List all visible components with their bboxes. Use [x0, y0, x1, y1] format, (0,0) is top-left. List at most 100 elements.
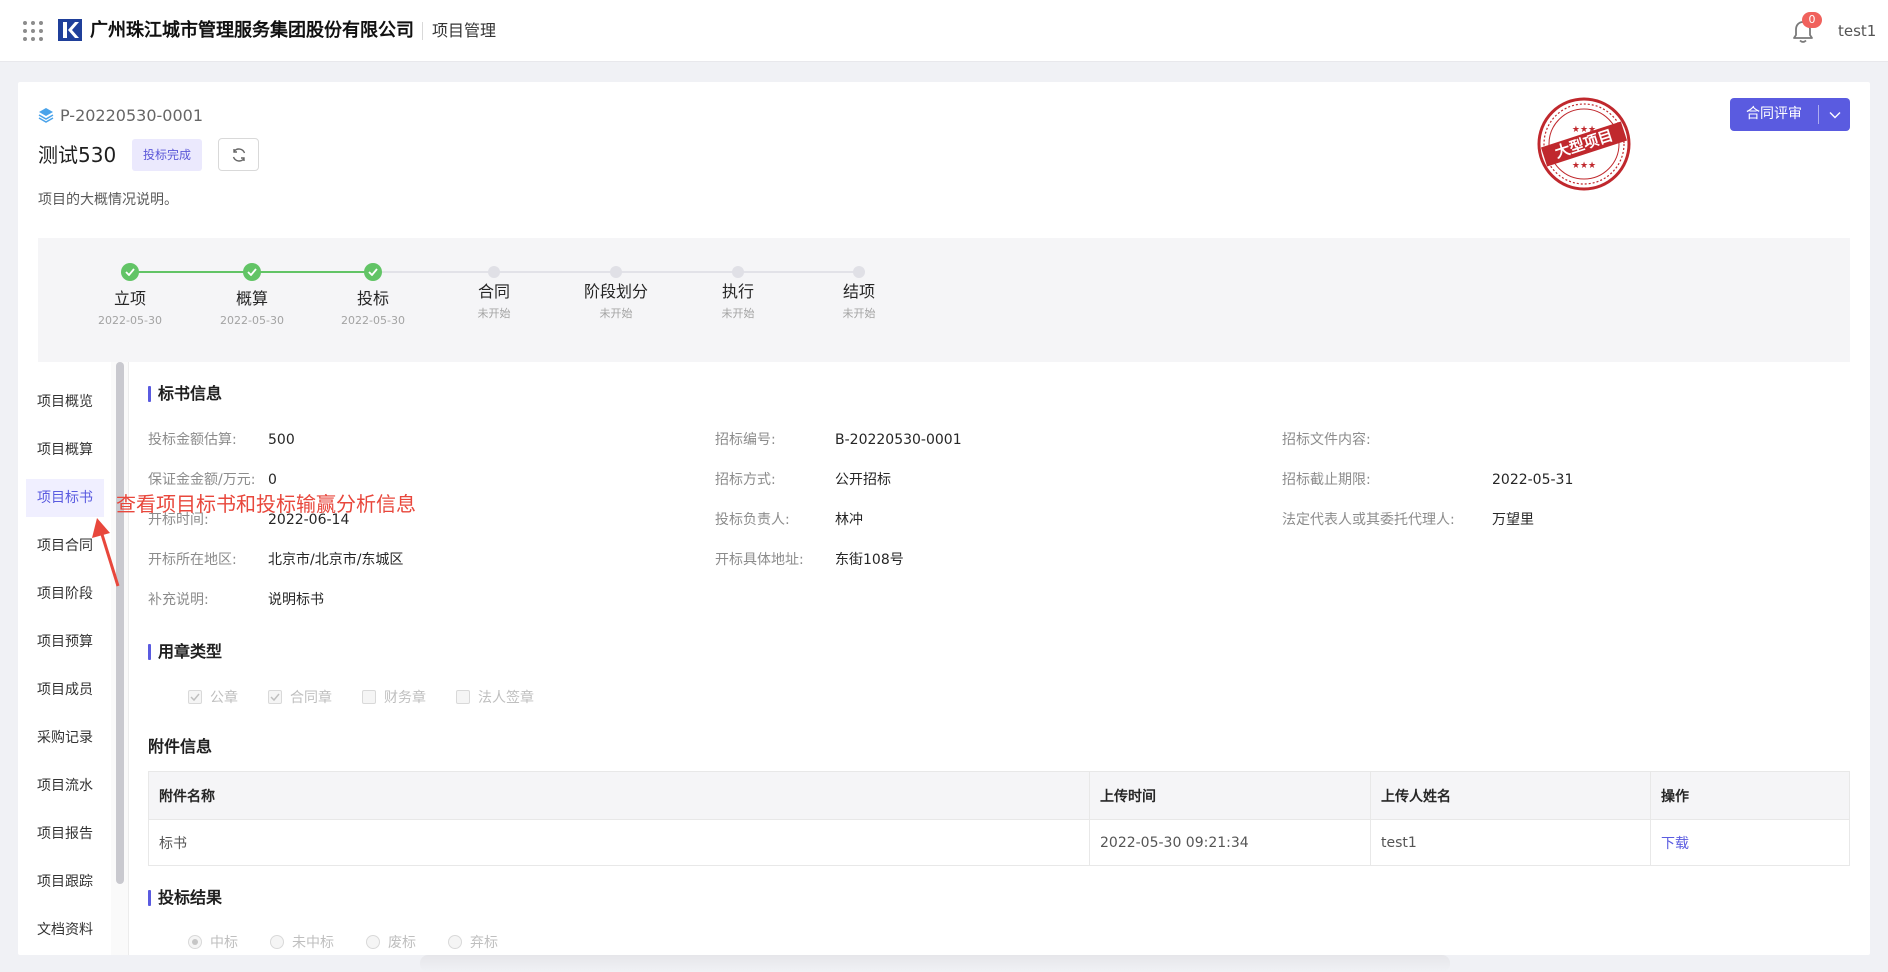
radio-lost[interactable]: 未中标	[270, 932, 334, 952]
table-row: 标书 2022-05-30 09:21:34 test1 下载	[149, 819, 1849, 865]
checkbox-label: 合同章	[290, 690, 332, 706]
checkbox-box[interactable]	[456, 690, 470, 704]
sidebar-item-documents[interactable]: 文档资料	[26, 911, 104, 949]
radio-circle[interactable]	[188, 935, 202, 949]
step-date: 2022-05-30	[341, 314, 405, 327]
sidebar-item-bid[interactable]: 项目标书	[26, 479, 104, 517]
checkbox-legal-seal[interactable]: 法人签章	[456, 687, 534, 707]
refresh-icon	[232, 147, 245, 162]
step-label: 立项	[113, 289, 146, 308]
contract-review-button[interactable]: 合同评审	[1730, 98, 1850, 131]
header-divider	[422, 22, 423, 40]
step-4: 合同 未开始	[434, 263, 554, 321]
field-label: 招标方式:	[715, 472, 776, 488]
step-date: 2022-05-30	[98, 314, 162, 327]
sidebar-item-purchase[interactable]: 采购记录	[26, 719, 104, 757]
radio-abandoned[interactable]: 弃标	[448, 932, 498, 952]
step-3: 投标 2022-05-30	[313, 263, 433, 328]
step-label: 投标	[356, 289, 389, 308]
pending-dot-icon	[610, 266, 622, 278]
radio-circle[interactable]	[448, 935, 462, 949]
download-link[interactable]: 下载	[1661, 833, 1689, 853]
step-date: 未开始	[721, 307, 755, 320]
checkbox-finance-seal[interactable]: 财务章	[362, 687, 426, 707]
step-label: 合同	[477, 282, 510, 301]
sidebar-item-cashflow[interactable]: 项目流水	[26, 767, 104, 805]
field-value: 500	[268, 432, 295, 448]
pending-dot-icon	[732, 266, 744, 278]
notification-badge: 0	[1802, 12, 1822, 28]
apps-grid-icon[interactable]	[22, 20, 44, 42]
step-date: 未开始	[599, 307, 633, 320]
table-header-row: 附件名称 上传时间 上传人姓名 操作	[149, 772, 1849, 819]
sidebar-item-report[interactable]: 项目报告	[26, 815, 104, 853]
field-label: 补充说明:	[148, 592, 209, 608]
annotation-arrow-icon	[92, 518, 120, 587]
checkbox-label: 公章	[210, 690, 238, 706]
step-label: 执行	[721, 282, 754, 301]
field-value: 东街108号	[835, 552, 904, 568]
check-icon	[243, 263, 261, 281]
contract-review-label[interactable]: 合同评审	[1730, 98, 1818, 131]
sidebar-item-budget[interactable]: 项目预算	[26, 623, 104, 661]
progress-steps: 立项 2022-05-30 概算 2022-05-30 投标 2022-05-30 合同 未开…	[38, 238, 1850, 362]
chevron-down-icon[interactable]	[1819, 111, 1850, 119]
checkbox-box[interactable]	[362, 690, 376, 704]
field-label: 招标编号:	[715, 432, 776, 448]
attachments-table: 附件名称 上传时间 上传人姓名 操作 标书 2022-05-30 09:21:3…	[148, 771, 1850, 866]
sidebar-item-members[interactable]: 项目成员	[26, 671, 104, 709]
annotation-text: 查看项目标书和投标输赢分析信息	[116, 492, 416, 516]
step-label: 阶段划分	[583, 282, 648, 301]
step-date: 未开始	[842, 307, 876, 320]
checkbox-official-seal[interactable]: 公章	[188, 687, 238, 707]
uploader-name: test1	[1371, 820, 1651, 865]
field-label: 保证金金额/万元:	[148, 472, 256, 488]
bid-result-title: 投标结果	[148, 887, 222, 909]
radio-label: 未中标	[292, 935, 334, 951]
checkbox-box[interactable]	[188, 690, 202, 704]
field-value: 万望里	[1492, 512, 1534, 528]
step-1: 立项 2022-05-30	[70, 263, 190, 328]
field-label: 投标金额估算:	[148, 432, 237, 448]
radio-label: 弃标	[470, 935, 498, 951]
sidebar-item-overview[interactable]: 项目概览	[26, 383, 104, 421]
company-logo	[58, 19, 82, 41]
checkbox-contract-seal[interactable]: 合同章	[268, 687, 332, 707]
seal-type-title: 用章类型	[148, 641, 222, 663]
radio-won[interactable]: 中标	[188, 932, 238, 952]
radio-invalid[interactable]: 废标	[366, 932, 416, 952]
large-project-seal: ★★★ ★★★ 大型项目	[1537, 97, 1631, 191]
sidebar-item-estimate[interactable]: 项目概算	[26, 431, 104, 469]
module-name[interactable]: 项目管理	[432, 20, 496, 42]
field-label: 开标所在地区:	[148, 552, 237, 568]
step-6: 执行 未开始	[678, 263, 798, 321]
svg-text:★★★: ★★★	[1572, 161, 1596, 171]
field-label: 投标负责人:	[715, 512, 790, 528]
field-value: 说明标书	[268, 592, 324, 608]
radio-label: 废标	[388, 935, 416, 951]
field-label: 招标文件内容:	[1282, 432, 1371, 448]
checkbox-label: 法人签章	[478, 690, 534, 706]
company-name: 广州珠江城市管理服务集团股份有限公司	[90, 20, 414, 41]
username[interactable]: test1	[1838, 21, 1876, 41]
radio-circle[interactable]	[366, 935, 380, 949]
sidebar-scrollbar[interactable]	[116, 362, 124, 884]
bottom-shadow	[420, 955, 1450, 972]
layers-icon	[38, 108, 54, 123]
pending-dot-icon	[488, 266, 500, 278]
radio-circle[interactable]	[270, 935, 284, 949]
column-header: 上传人姓名	[1371, 772, 1651, 819]
top-header: 广州珠江城市管理服务集团股份有限公司 项目管理 0 test1	[0, 0, 1888, 62]
step-2: 概算 2022-05-30	[192, 263, 312, 328]
step-date: 未开始	[477, 307, 511, 320]
attachment-name: 标书	[149, 820, 1090, 865]
sidebar-item-tracking[interactable]: 项目跟踪	[26, 863, 104, 901]
refresh-button[interactable]	[218, 138, 259, 171]
pending-dot-icon	[853, 266, 865, 278]
checkbox-box[interactable]	[268, 690, 282, 704]
action-cell: 下载	[1651, 820, 1849, 865]
column-header: 上传时间	[1090, 772, 1371, 819]
column-header: 附件名称	[149, 772, 1090, 819]
field-value: 北京市/北京市/东城区	[268, 552, 404, 568]
step-date: 2022-05-30	[220, 314, 284, 327]
